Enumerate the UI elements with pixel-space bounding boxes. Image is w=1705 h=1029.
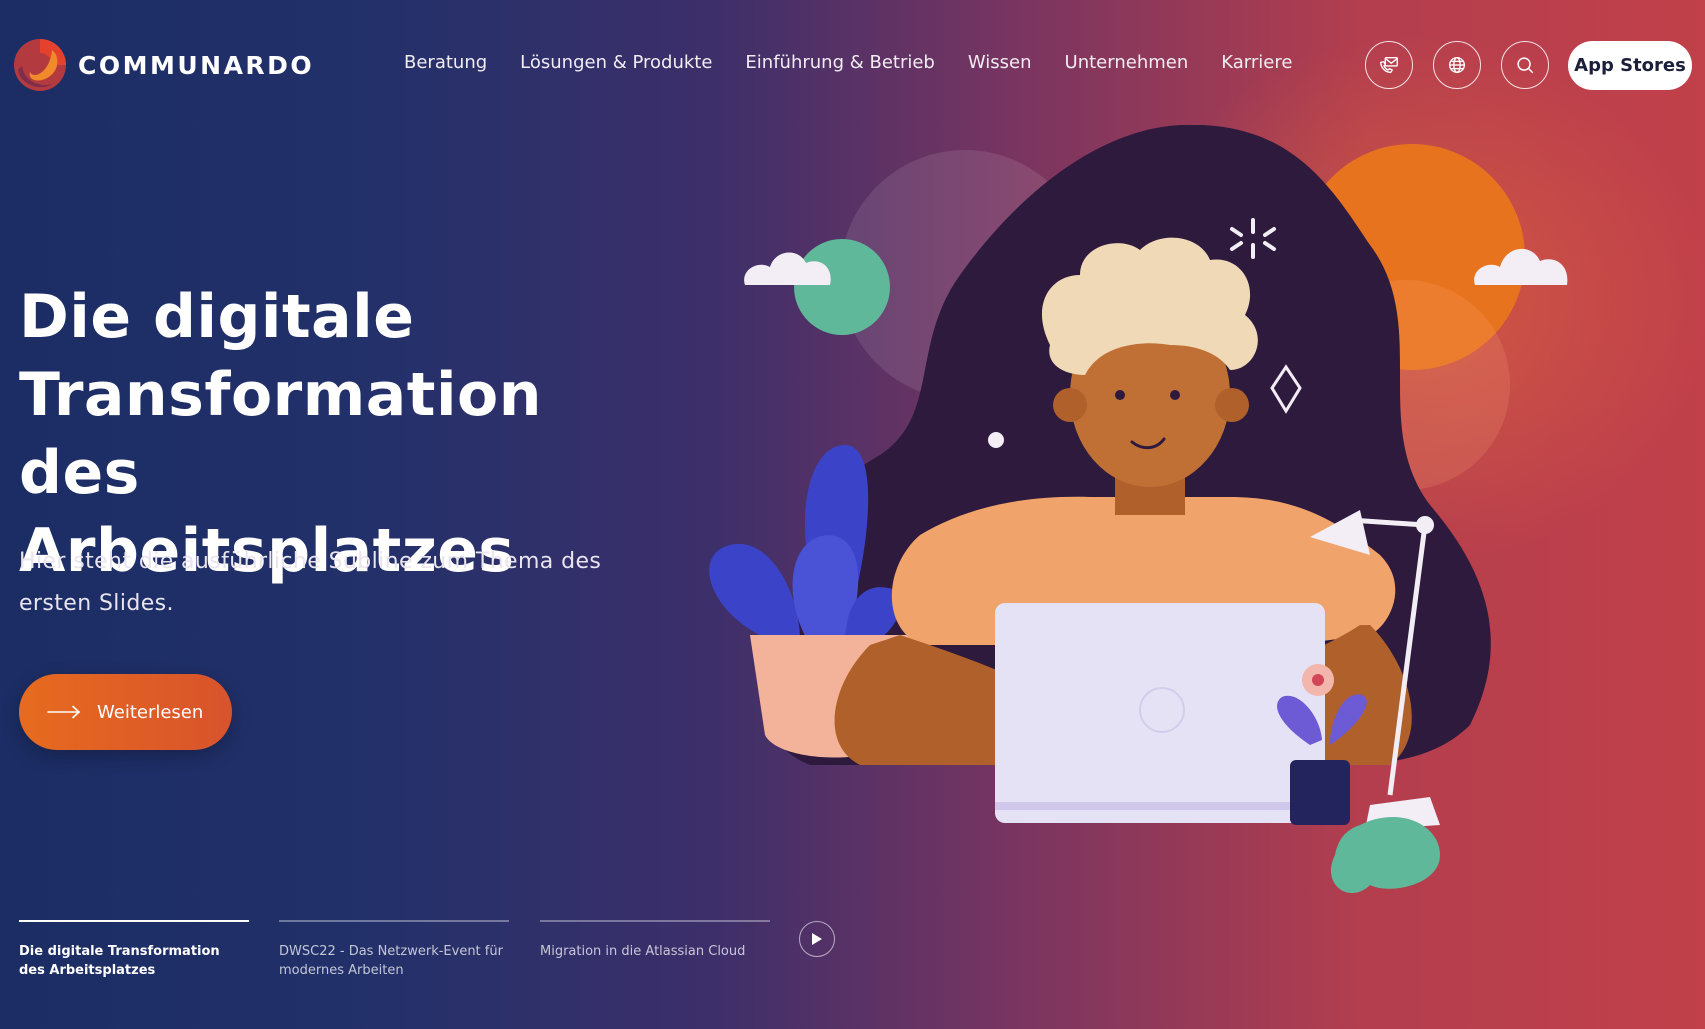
slide-progress-bar (540, 920, 770, 922)
main-navigation: Beratung Lösungen & Produkte Einführung … (404, 52, 1325, 73)
read-more-label: Weiterlesen (97, 701, 204, 723)
app-stores-button[interactable]: App Stores (1568, 41, 1692, 90)
nav-item-karriere[interactable]: Karriere (1221, 52, 1292, 73)
person-eye (1170, 390, 1180, 400)
slide-tab-3[interactable]: Migration in die Atlassian Cloud (540, 920, 770, 961)
slide-tab-2[interactable]: DWSC22 - Das Netzwerk-Event für modernes… (279, 920, 509, 980)
nav-item-loesungen-produkte[interactable]: Lösungen & Produkte (520, 52, 712, 73)
flower-center (1312, 674, 1324, 686)
play-icon (812, 933, 822, 945)
nav-item-beratung[interactable]: Beratung (404, 52, 487, 73)
slide-tab-label: Migration in die Atlassian Cloud (540, 944, 746, 959)
language-button[interactable] (1433, 41, 1481, 89)
slide-tab-label: DWSC22 - Das Netzwerk-Event für modernes… (279, 944, 503, 978)
communardo-logo-icon (14, 39, 66, 91)
phone-mail-icon (1380, 56, 1398, 74)
hero-illustration (709, 125, 1568, 894)
search-icon (1517, 57, 1534, 74)
search-button[interactable] (1501, 41, 1549, 89)
green-blob (1330, 816, 1440, 894)
slide-tab-1[interactable]: Die digitale Transformation des Arbeitsp… (19, 920, 249, 980)
person-eye (1115, 390, 1125, 400)
slide-progress-bar (19, 920, 249, 922)
contact-button[interactable] (1365, 41, 1413, 89)
laptop-base (995, 802, 1325, 810)
nav-item-unternehmen[interactable]: Unternehmen (1065, 52, 1189, 73)
moon-shape (794, 239, 890, 335)
site-header: COMMUNARDO Beratung Lösungen & Produkte … (0, 0, 1705, 130)
globe-icon (1448, 56, 1466, 74)
hero-subline: Hier steht die ausführliche Subline zum … (19, 541, 619, 625)
read-more-button[interactable]: Weiterlesen (19, 674, 232, 750)
person-ear (1053, 388, 1087, 422)
slide-tab-label: Die digitale Transformation des Arbeitsp… (19, 944, 220, 978)
laptop-shape (995, 603, 1325, 823)
lamp-joint (1416, 516, 1434, 534)
arrow-right-icon (47, 705, 81, 719)
plant-leaf (709, 543, 800, 640)
logo[interactable]: COMMUNARDO (12, 36, 314, 94)
subline-line: ersten Slides. (19, 591, 174, 616)
dot-shape (988, 432, 1004, 448)
nav-item-einfuehrung-betrieb[interactable]: Einführung & Betrieb (745, 52, 934, 73)
headline-line: Die digitale (19, 282, 415, 352)
brand-name: COMMUNARDO (78, 50, 315, 80)
slider-play-button[interactable] (799, 921, 835, 957)
person-ear (1215, 388, 1249, 422)
subline-line: Hier steht die ausführliche Subline zum … (19, 549, 602, 574)
slide-progress-bar (279, 920, 509, 922)
nav-item-wissen[interactable]: Wissen (968, 52, 1032, 73)
headline-line: Transformation des (19, 360, 542, 508)
flower-pot (1290, 760, 1350, 825)
